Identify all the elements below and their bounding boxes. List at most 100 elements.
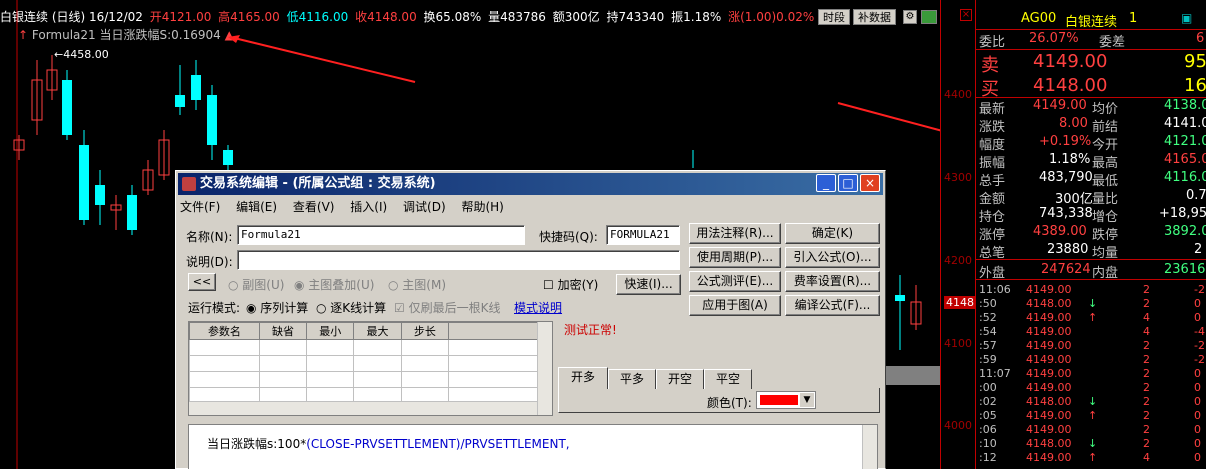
row-label-2: 今开 <box>1092 138 1119 153</box>
trade-volume: 2 <box>1143 367 1150 380</box>
tab-open-short[interactable]: 开空 <box>656 369 704 389</box>
radio-per-bar[interactable]: ○ 逐K线计算 <box>316 299 386 316</box>
usage-notes-button[interactable]: 用法注释(R)... <box>689 223 781 244</box>
refresh-last-checkbox[interactable]: ☑ 仅刷最后一根K线 <box>394 299 500 316</box>
mode-help-link[interactable]: 模式说明 <box>514 299 562 316</box>
axis-tick: 4000 <box>944 419 972 432</box>
trade-position-change: -2 <box>1194 353 1205 366</box>
code-scrollbar[interactable] <box>862 425 877 469</box>
close-icon[interactable]: × <box>860 174 880 192</box>
use-period-button[interactable]: 使用周期(P)... <box>689 247 781 268</box>
row-label-2: 最高 <box>1092 156 1119 171</box>
fee-settings-button[interactable]: 费率设置(R)... <box>785 271 880 292</box>
row-label: 委比 <box>979 35 1006 50</box>
bid-volume: 162 <box>1184 75 1206 96</box>
monitor-icon[interactable]: ▣ <box>1181 11 1192 25</box>
trade-time: :02 <box>979 395 997 408</box>
trade-price: 4149.00 <box>1026 381 1072 394</box>
dialog-titlebar[interactable]: 交易系统编辑 - (所属公式组 : 交易系统) <box>178 173 883 195</box>
import-formula-button[interactable]: 引入公式(O)... <box>785 247 880 268</box>
trade-time: :10 <box>979 437 997 450</box>
trade-time: :54 <box>979 325 997 338</box>
quote-row: 金额 300亿 量比 0.7 <box>979 188 1206 207</box>
ok-button[interactable]: 确定(K) <box>785 223 880 244</box>
fast-button[interactable]: 快速(I)... <box>616 274 681 295</box>
quote-row: 涨停 4389.00 跌停 3892.0 <box>979 224 1206 243</box>
menu-bar: 文件(F) 编辑(E) 查看(V) 插入(I) 调试(D) 帮助(H) <box>180 198 880 216</box>
trade-price: 4149.00 <box>1026 353 1072 366</box>
radio-sequence[interactable]: ◉ 序列计算 <box>246 299 308 316</box>
row-value-2: 2 <box>1194 242 1203 257</box>
apply-to-chart-button[interactable]: 应用于图(A) <box>689 295 781 316</box>
menu-view[interactable]: 查看(V) <box>293 200 335 214</box>
menu-file[interactable]: 文件(F) <box>180 200 220 214</box>
collapse-button[interactable]: << <box>188 273 216 291</box>
menu-debug[interactable]: 调试(D) <box>403 200 446 214</box>
trade-volume: 2 <box>1143 423 1150 436</box>
table-row[interactable] <box>189 355 539 372</box>
name-input[interactable]: Formula21 <box>237 225 525 245</box>
tab-open-long[interactable]: 开多 <box>558 367 608 389</box>
trade-position-change: -2 <box>1194 339 1205 352</box>
parameter-table[interactable]: 参数名 缺省 最小 最大 步长 <box>188 321 553 416</box>
trade-price: 4149.00 <box>1026 339 1072 352</box>
row-value: 743,338 <box>1039 206 1093 221</box>
minimize-icon[interactable]: _ <box>816 174 836 192</box>
encrypt-checkbox[interactable]: ☐ 加密(Y) <box>543 276 598 293</box>
bid-row: 买 4148.00 162 <box>979 75 1206 100</box>
trade-volume: 4 <box>1143 451 1150 464</box>
radio-main-chart[interactable]: ○ 主图(M) <box>388 276 446 293</box>
tab-close-short[interactable]: 平空 <box>704 369 752 389</box>
trade-time: :12 <box>979 451 997 464</box>
trade-position-change: 0 <box>1194 395 1201 408</box>
trade-volume: 2 <box>1143 381 1150 394</box>
radio-main-overlay[interactable]: ◉ 主图叠加(U) <box>294 276 374 293</box>
param-col-header: 最小 <box>306 322 355 340</box>
table-row[interactable] <box>189 371 539 388</box>
row-label: 持仓 <box>979 210 1006 225</box>
radio-per-bar-label: 逐K线计算 <box>330 301 387 315</box>
trade-row: :02 4148.00 ↓ 2 0 <box>976 395 1206 408</box>
row-value: 4149.00 <box>1033 98 1087 113</box>
trade-volume: 2 <box>1143 297 1150 310</box>
formula-code-editor[interactable]: 当日涨跌幅s:100*(CLOSE-PRVSETTLEMENT)/PRVSETT… <box>188 424 878 469</box>
horizontal-scrollbar[interactable] <box>189 401 537 415</box>
maximize-icon[interactable]: □ <box>838 174 858 192</box>
trade-time: :00 <box>979 381 997 394</box>
menu-edit[interactable]: 编辑(E) <box>236 200 277 214</box>
quote-row: 最新 4149.00 均价 4138.0 <box>979 98 1206 117</box>
trade-position-change: 0 <box>1194 367 1201 380</box>
axis-tick: 4300 <box>944 171 972 184</box>
radio-sub-chart[interactable]: ○ 副图(U) <box>228 276 284 293</box>
trade-time: :59 <box>979 353 997 366</box>
row-value: 247624 <box>1041 262 1091 277</box>
trade-row: :10 4148.00 ↓ 2 0 <box>976 437 1206 450</box>
row-value-2: 4165.0 <box>1164 152 1206 167</box>
vertical-scrollbar[interactable] <box>537 322 552 415</box>
trade-row: :12 4149.00 ↑ 4 0 <box>976 451 1206 464</box>
tab-close-long[interactable]: 平多 <box>608 369 656 389</box>
quote-header: AG00 白银连续 1 ▣ <box>976 8 1206 30</box>
color-select[interactable]: ▼ <box>756 391 816 409</box>
row-value: 8.00 <box>1059 116 1088 131</box>
name-label: 名称(N): <box>186 230 233 244</box>
menu-insert[interactable]: 插入(I) <box>350 200 387 214</box>
row-label-2: 委差 <box>1099 35 1126 50</box>
chevron-down-icon: ▼ <box>800 393 814 407</box>
trade-price: 4149.00 <box>1026 311 1072 324</box>
shortcut-input[interactable]: FORMULA21 <box>606 225 680 245</box>
menu-help[interactable]: 帮助(H) <box>461 200 503 214</box>
ask-label: 卖 <box>981 55 999 76</box>
shortcut-label: 快捷码(Q): <box>539 230 598 244</box>
trade-direction: ↓ <box>1088 437 1098 450</box>
description-input[interactable] <box>237 250 680 270</box>
trade-direction: ↓ <box>1088 297 1098 310</box>
table-row[interactable] <box>189 339 539 356</box>
trade-row: :50 4148.00 ↓ 2 0 <box>976 297 1206 310</box>
axis-tick: 4100 <box>944 337 972 350</box>
axis-tick: 4400 <box>944 88 972 101</box>
row-label: 最新 <box>979 102 1006 117</box>
compile-formula-button[interactable]: 编译公式(F)... <box>785 295 880 316</box>
formula-test-button[interactable]: 公式测评(E)... <box>689 271 781 292</box>
trade-volume: 4 <box>1143 325 1150 338</box>
